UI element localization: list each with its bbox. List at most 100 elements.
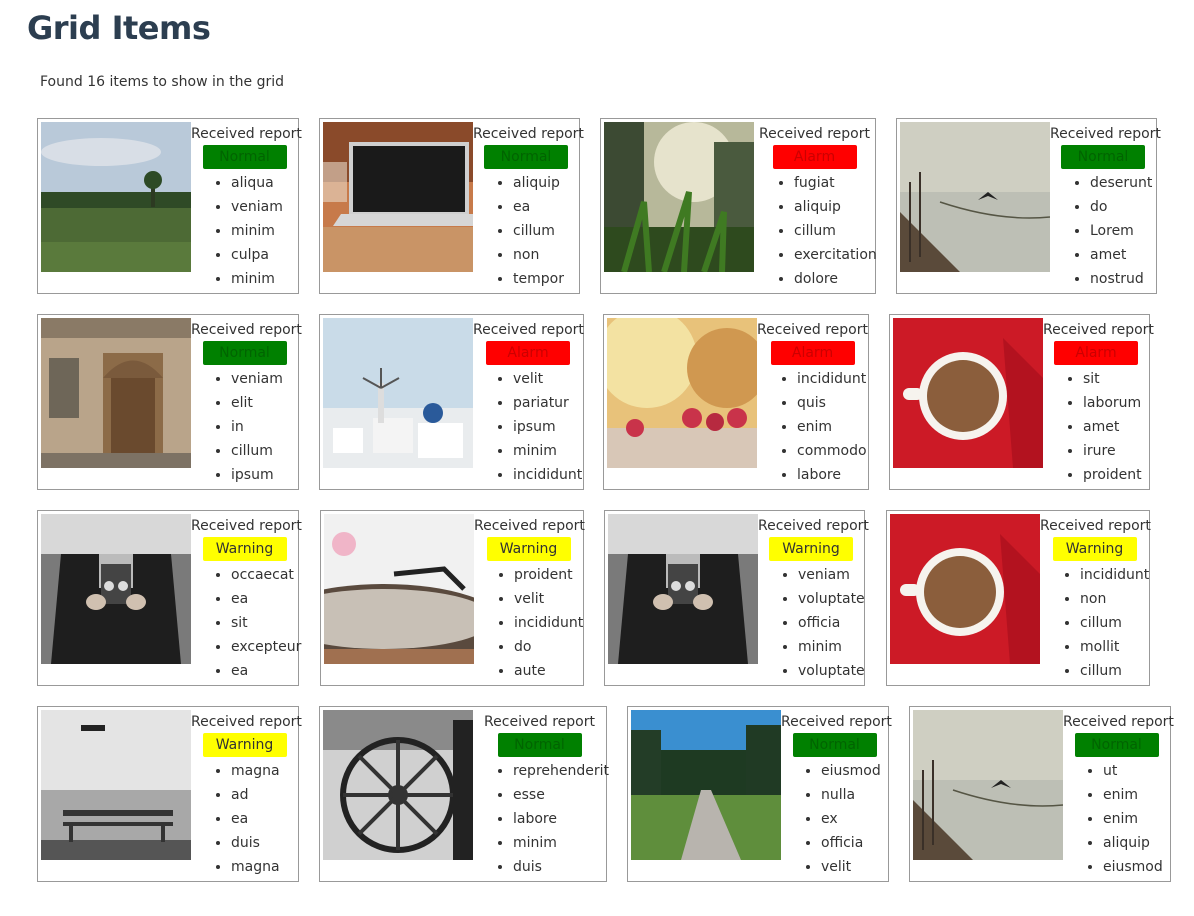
- report-label: Received report: [474, 518, 585, 534]
- list-item: do: [1090, 195, 1156, 219]
- list-item: incididunt: [513, 463, 583, 487]
- list-item: cillum: [513, 219, 579, 243]
- list-item: aute: [514, 659, 583, 683]
- report-label: Received report: [1043, 322, 1154, 338]
- wagon-wheel-photo: [323, 710, 473, 860]
- list-item: minim: [798, 635, 864, 659]
- list-item: non: [513, 243, 579, 267]
- list-item: cillum: [231, 439, 298, 463]
- list-item: commodo: [797, 439, 868, 463]
- path-photo: [631, 710, 781, 860]
- grid-card: Received report NormaldeseruntdoLoremamet…: [896, 118, 1161, 294]
- report-label: Received report: [1040, 518, 1151, 534]
- list-item: velit: [821, 855, 888, 879]
- grid-card: Received report Warningproidentvelitincid…: [320, 510, 585, 686]
- lake-boat-photo: [900, 122, 1050, 272]
- report-label: Received report: [759, 126, 870, 142]
- list-item: laborum: [1083, 391, 1149, 415]
- list-item: veniam: [231, 195, 298, 219]
- list-item: non: [1080, 587, 1149, 611]
- item-list: aliquipeacillumnontempor: [473, 171, 579, 291]
- grid-card: Received report Alarmvelitpariaturipsummi…: [319, 314, 584, 490]
- list-item: duis: [231, 831, 298, 855]
- report-label: Received report: [1063, 714, 1174, 730]
- status-badge: Warning: [486, 537, 571, 561]
- list-item: aliqua: [231, 171, 298, 195]
- report-label: Received report: [473, 126, 584, 142]
- list-item: cillum: [1080, 659, 1149, 683]
- list-item: eiusmod: [821, 759, 888, 783]
- status-badge: Normal: [202, 341, 287, 365]
- bench-photo: [41, 710, 191, 860]
- item-list: reprehenderitesselaboreminimduis: [473, 759, 609, 879]
- item-list: fugiataliquipcillumexercitationdolore: [754, 171, 877, 291]
- report-label: Received report: [191, 322, 302, 338]
- grid-card: Received reportWarningincididuntnoncillu…: [886, 510, 1151, 686]
- list-item: officia: [821, 831, 888, 855]
- item-list: proidentvelitincididuntdoaute: [474, 563, 583, 683]
- status-badge: Warning: [202, 537, 287, 561]
- list-item: minim: [513, 439, 583, 463]
- list-item: enim: [1103, 807, 1170, 831]
- status-badge: Warning: [202, 733, 287, 757]
- laptop-photo: [323, 122, 473, 272]
- report-label: Received report: [758, 518, 869, 534]
- list-item: quis: [797, 391, 868, 415]
- list-item: ea: [231, 807, 298, 831]
- list-item: amet: [1083, 415, 1149, 439]
- list-item: tempor: [513, 267, 579, 291]
- list-item: ex: [821, 807, 888, 831]
- item-list: eiusmodnullaexofficiavelit: [781, 759, 888, 879]
- coffee-photo: [893, 318, 1043, 468]
- list-item: voluptate: [798, 659, 865, 683]
- list-item: aliquip: [513, 171, 579, 195]
- list-item: elit: [231, 391, 298, 415]
- camera-photo: [608, 514, 758, 664]
- item-list: sitlaborumametirureproident: [1043, 367, 1149, 487]
- status-badge: Normal: [202, 145, 287, 169]
- list-item: ipsum: [231, 463, 298, 487]
- list-item: esse: [513, 783, 606, 807]
- list-item: sit: [231, 611, 298, 635]
- list-item: reprehenderit: [513, 759, 609, 783]
- list-item: nostrud: [1090, 267, 1156, 291]
- list-item: ut: [1103, 759, 1170, 783]
- grid-card: Received report Normalaliquipeacillumnont…: [319, 118, 584, 294]
- santorini-photo: [323, 318, 473, 468]
- list-item: duis: [513, 855, 606, 879]
- lake-boat-photo: [913, 710, 1063, 860]
- list-item: culpa: [231, 243, 298, 267]
- status-badge: Alarm: [1054, 341, 1138, 365]
- list-item: deserunt: [1090, 171, 1156, 195]
- items-summary: Found 16 items to show in the grid: [40, 74, 285, 90]
- list-item: labore: [513, 807, 606, 831]
- grid-card: Received reportWarningmagnaadeaduismagna: [37, 706, 302, 882]
- list-item: voluptate: [798, 587, 865, 611]
- list-item: Lorem: [1090, 219, 1156, 243]
- grid-card: Received report Alarmincididuntquisenimco…: [603, 314, 869, 490]
- list-item: enim: [797, 415, 868, 439]
- status-badge: Normal: [1074, 733, 1159, 757]
- report-label: Received report: [1050, 126, 1161, 142]
- status-badge: Normal: [484, 145, 568, 169]
- list-item: excepteur: [231, 635, 301, 659]
- coffee-photo: [890, 514, 1040, 664]
- grid-card: Received reportWarningoccaecateasitexcep…: [37, 510, 302, 686]
- list-item: ipsum: [513, 415, 583, 439]
- list-item: incididunt: [1080, 563, 1149, 587]
- status-badge: Alarm: [770, 341, 855, 365]
- list-item: incididunt: [797, 367, 868, 391]
- list-item: irure: [1083, 439, 1149, 463]
- list-item: magna: [231, 759, 298, 783]
- grass-photo: [604, 122, 754, 272]
- meadow-photo: [41, 122, 191, 272]
- list-item: cillum: [794, 219, 875, 243]
- list-item: ea: [231, 587, 298, 611]
- grid-card: Received reportNormalutenimenimaliquipei…: [909, 706, 1174, 882]
- list-item: officia: [798, 611, 864, 635]
- list-item: enim: [1103, 783, 1170, 807]
- list-item: ea: [513, 195, 579, 219]
- item-list: incididuntquisenimcommodolabore: [757, 367, 868, 487]
- grid-card: Received report Alarmsitlaborumametirurep…: [889, 314, 1154, 490]
- grid-card: Received report Normalreprehenderitessela…: [319, 706, 609, 882]
